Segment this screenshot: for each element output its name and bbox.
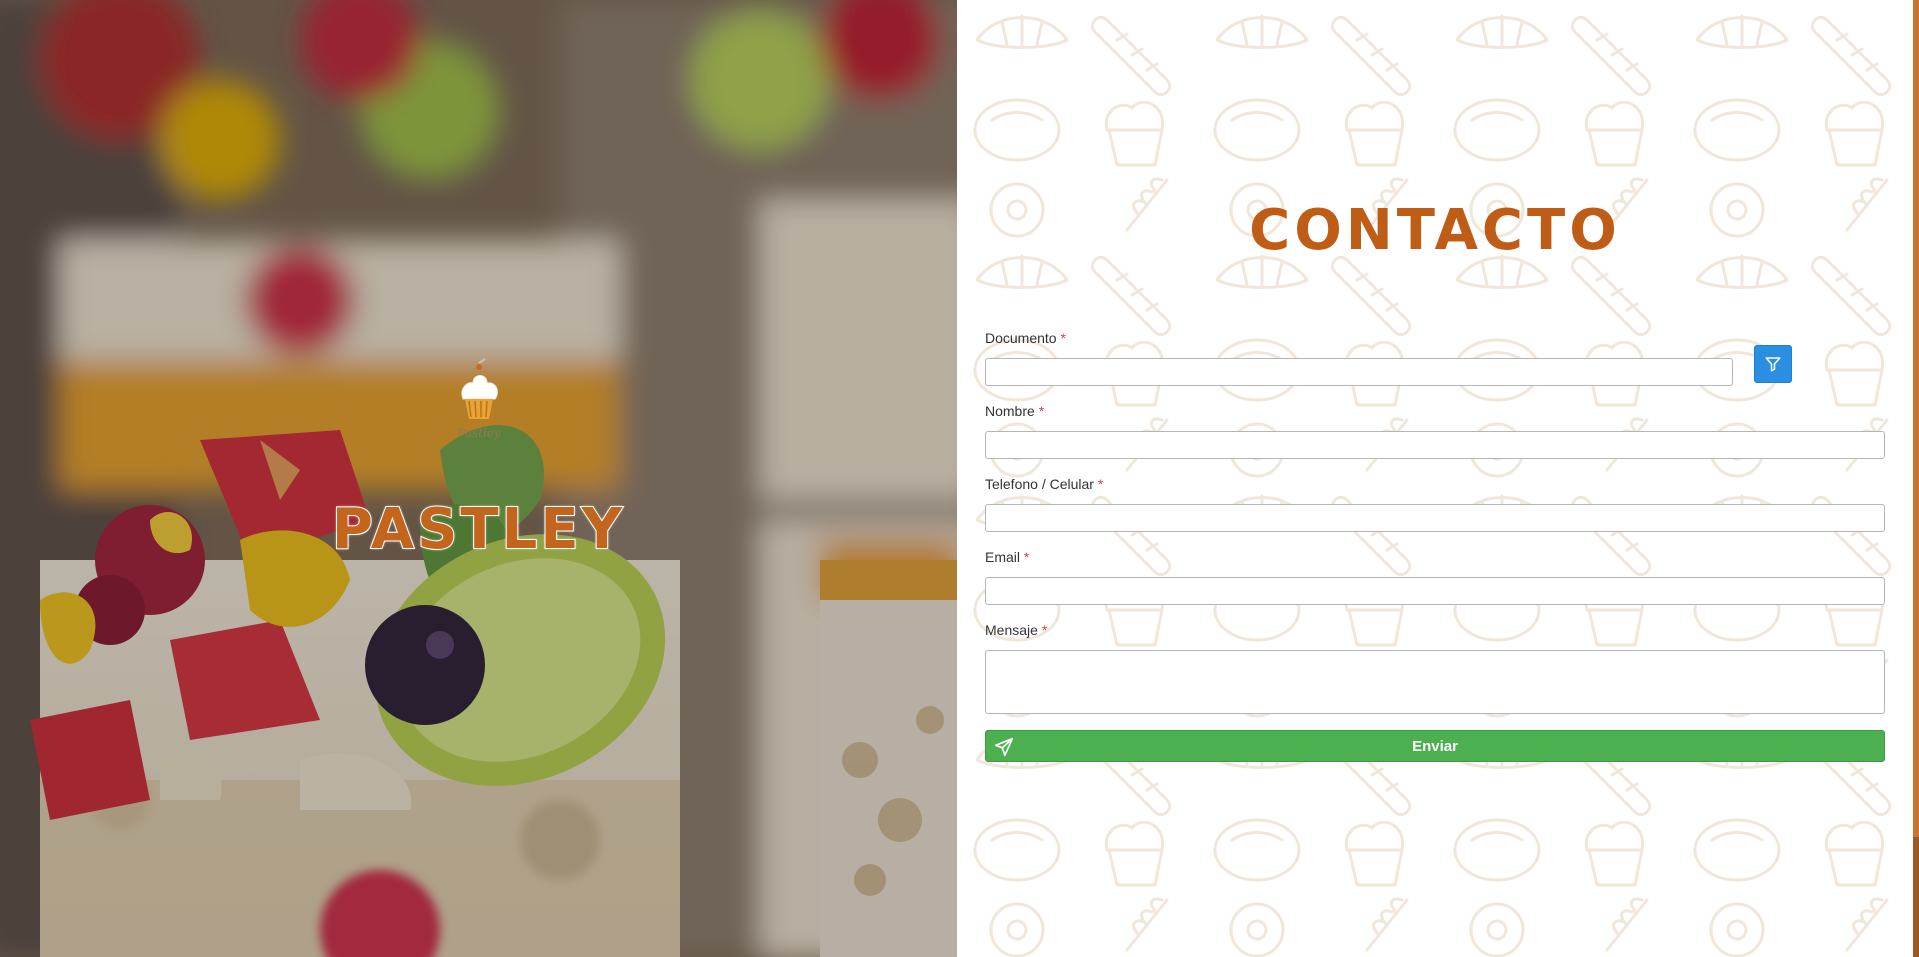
telefono-input[interactable] (985, 504, 1885, 532)
cupcake-logo-icon: Pastley (456, 358, 501, 440)
contact-page: Pastley PASTLEY CONTACTO Documento * Nom… (0, 0, 1919, 957)
nombre-label: Nombre * (985, 403, 1044, 419)
page-scrollbar[interactable] (1913, 0, 1919, 957)
brand-block: Pastley PASTLEY (0, 355, 957, 563)
documento-label-text: Documento (985, 330, 1057, 346)
scrollbar-thumb[interactable] (1913, 837, 1919, 957)
required-marker: * (1097, 476, 1104, 492)
svg-text:Pastley: Pastley (456, 426, 501, 440)
mensaje-textarea[interactable] (985, 650, 1885, 714)
filter-icon (1765, 357, 1781, 372)
mensaje-label: Mensaje * (985, 622, 1047, 638)
brand-name: PASTLEY (331, 496, 626, 563)
email-input[interactable] (985, 577, 1885, 605)
paper-plane-icon (994, 737, 1014, 757)
contact-panel: CONTACTO Documento * Nombre * Telefono /… (957, 0, 1919, 957)
nombre-label-text: Nombre (985, 403, 1035, 419)
telefono-label: Telefono / Celular * (985, 476, 1103, 492)
required-marker: * (1023, 549, 1030, 565)
send-button[interactable]: Enviar (985, 730, 1885, 762)
email-label: Email * (985, 549, 1029, 565)
send-button-label: Enviar (1412, 737, 1458, 755)
required-marker: * (1038, 403, 1045, 419)
filter-button[interactable] (1754, 345, 1792, 383)
page-title: CONTACTO (1249, 198, 1621, 263)
required-marker: * (1041, 622, 1048, 638)
nombre-input[interactable] (985, 431, 1885, 459)
mensaje-label-text: Mensaje (985, 622, 1038, 638)
required-marker: * (1060, 330, 1066, 346)
hero-section: Pastley PASTLEY (0, 0, 957, 957)
documento-input[interactable] (985, 358, 1733, 386)
documento-label: Documento * (985, 330, 1066, 346)
telefono-label-text: Telefono / Celular (985, 476, 1094, 492)
email-label-text: Email (985, 549, 1021, 565)
